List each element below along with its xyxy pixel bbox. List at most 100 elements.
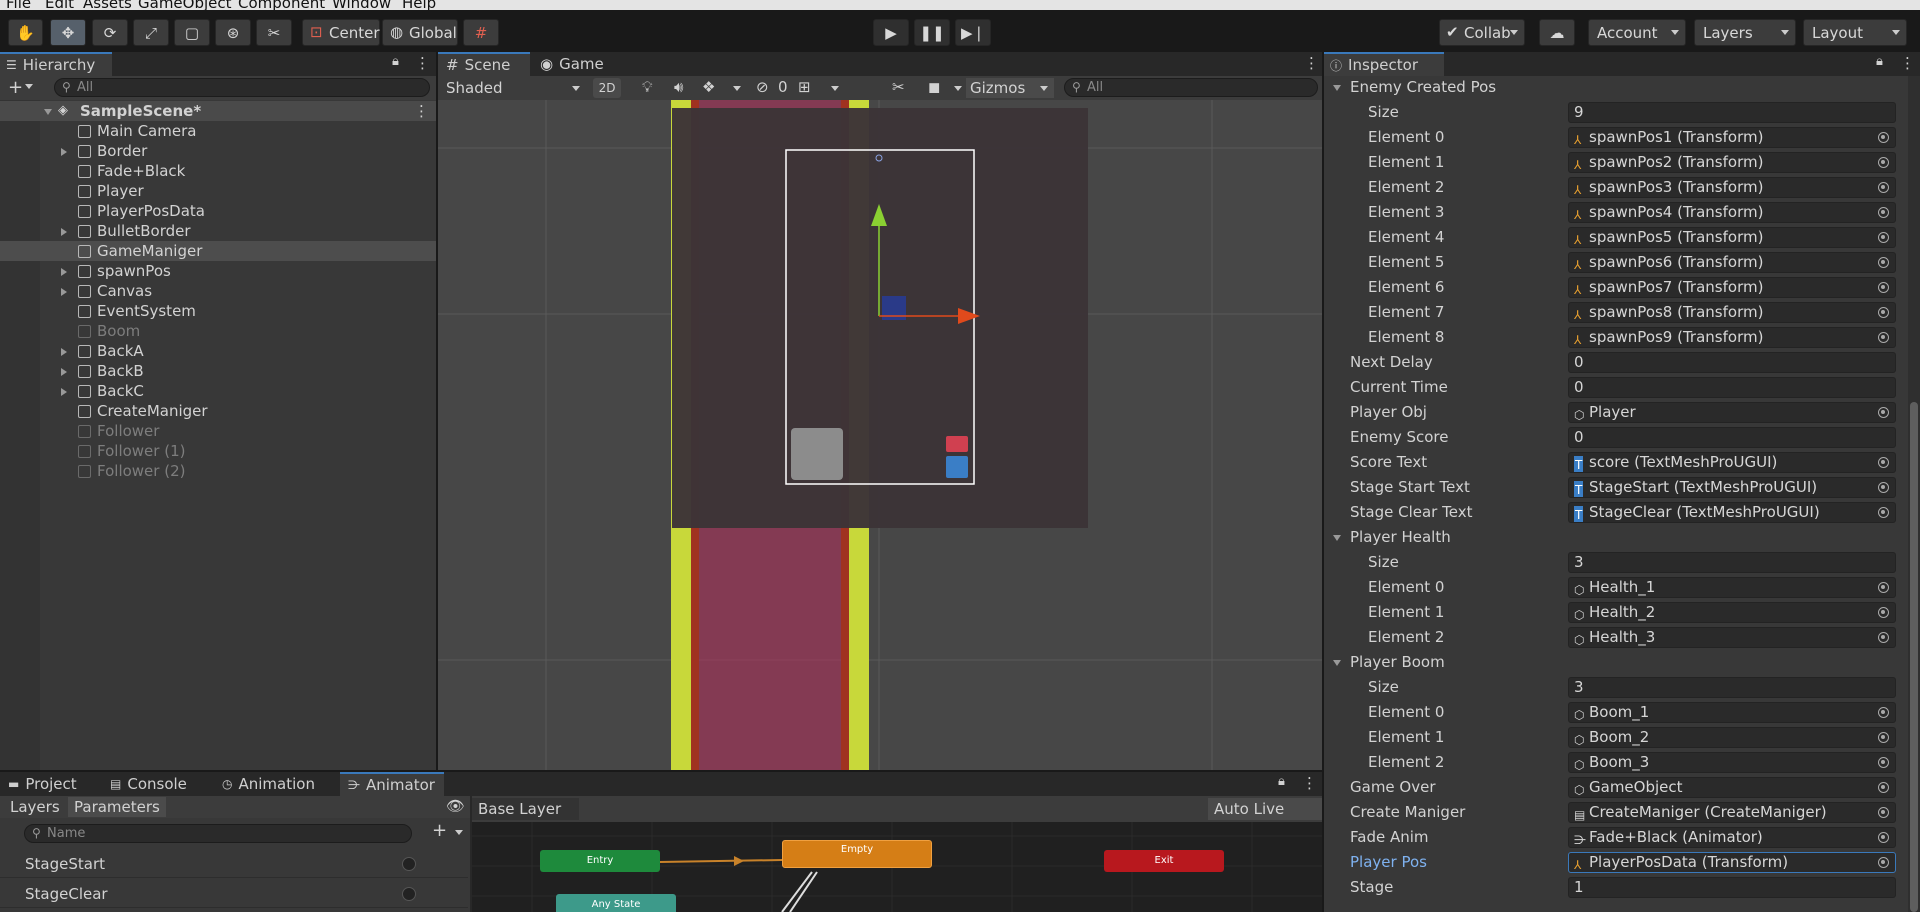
object-picker-icon[interactable] <box>1878 282 1889 293</box>
parameter-row[interactable]: StageClear <box>0 880 468 908</box>
trigger-toggle[interactable] <box>402 857 416 871</box>
lock-icon[interactable]: 🔒︎ <box>392 54 399 69</box>
lighting-icon[interactable]: 💡︎ <box>642 78 653 96</box>
number-input[interactable]: 0 <box>1568 352 1896 373</box>
more-options-icon[interactable]: ⋮ <box>1302 774 1317 792</box>
object-field[interactable]: Tscore (TextMeshProUGUI) <box>1568 452 1896 473</box>
hierarchy-item[interactable]: spawnPos <box>0 261 436 281</box>
transform-tool-button[interactable]: ⊛ <box>215 19 251 46</box>
chevron-down-icon[interactable] <box>455 830 463 835</box>
object-picker-icon[interactable] <box>1878 257 1889 268</box>
fold-open-icon[interactable] <box>44 109 52 115</box>
state-node-any-state[interactable]: Any State <box>556 894 676 912</box>
layout-dropdown[interactable]: Layout <box>1803 19 1907 46</box>
object-picker-icon[interactable] <box>1878 307 1889 318</box>
object-picker-icon[interactable] <box>1878 707 1889 718</box>
state-node-empty[interactable]: Empty <box>782 840 932 868</box>
object-field[interactable]: ⅄ spawnPos4 (Transform) <box>1568 202 1896 223</box>
inspector-scrollbar[interactable] <box>1908 76 1920 912</box>
audio-icon[interactable]: 🔊︎ <box>674 78 683 96</box>
array-header-player-health[interactable]: Player Health <box>1324 525 1908 550</box>
camera-icon[interactable]: ◼ <box>928 78 940 96</box>
fold-closed-icon[interactable] <box>61 288 67 296</box>
tools-icon[interactable]: ✂ <box>892 78 905 96</box>
object-field[interactable]: ⬡ Player <box>1568 402 1896 423</box>
tab-animation[interactable]: ◷ Animation <box>214 772 332 796</box>
object-field[interactable]: ⅄ spawnPos6 (Transform) <box>1568 252 1896 273</box>
chevron-down-icon[interactable] <box>954 86 962 91</box>
object-field[interactable]: ⬡ GameObject <box>1568 777 1896 798</box>
object-field[interactable]: T StageClear (TextMeshProUGUI) <box>1568 502 1896 523</box>
chevron-down-icon[interactable] <box>831 86 839 91</box>
object-picker-icon[interactable] <box>1878 232 1889 243</box>
chevron-down-icon[interactable] <box>25 84 33 89</box>
menu-gameobject[interactable]: GameObject <box>138 0 232 10</box>
menu-assets[interactable]: Assets <box>83 0 132 10</box>
scene-canvas[interactable] <box>438 100 1322 770</box>
scrollbar-thumb[interactable] <box>1910 402 1918 912</box>
hierarchy-item[interactable]: BackA <box>0 341 436 361</box>
eye-icon[interactable]: 👁︎ <box>446 797 465 815</box>
hierarchy-item[interactable]: BulletBorder <box>0 221 436 241</box>
object-field[interactable]: ⋺ Fade+Black (Animator) <box>1568 827 1896 848</box>
fold-closed-icon[interactable] <box>61 268 67 276</box>
rotate-tool-button[interactable]: ⟳ <box>92 19 128 46</box>
object-field[interactable]: ⬡ Boom_3 <box>1568 752 1896 773</box>
shading-mode-dropdown[interactable]: Shaded <box>442 78 586 98</box>
tab-inspector[interactable]: ⓘ Inspector <box>1324 52 1444 76</box>
number-input[interactable]: 1 <box>1568 877 1896 898</box>
object-field[interactable]: ⅄ spawnPos1 (Transform) <box>1568 127 1896 148</box>
more-options-icon[interactable]: ⋮ <box>414 101 429 121</box>
2d-toggle[interactable]: 2D <box>593 78 621 98</box>
breadcrumb-base-layer[interactable]: Base Layer <box>472 798 580 820</box>
space-toggle[interactable]: ◍ Global <box>382 19 458 46</box>
menu-file[interactable]: File <box>6 0 31 10</box>
fold-open-icon[interactable] <box>1333 660 1341 666</box>
lock-icon[interactable]: 🔒︎ <box>1278 774 1285 789</box>
size-input[interactable]: 3 <box>1568 677 1896 698</box>
object-picker-icon[interactable] <box>1878 457 1889 468</box>
gizmos-dropdown[interactable]: Gizmos <box>966 78 1054 98</box>
scene-search-input[interactable]: All <box>1064 78 1318 97</box>
hierarchy-item[interactable]: CreateManiger <box>0 401 436 421</box>
hierarchy-item[interactable]: Main Camera <box>0 121 436 141</box>
object-field[interactable]: ⬡ Boom_1 <box>1568 702 1896 723</box>
number-input[interactable]: 0 <box>1568 427 1896 448</box>
object-picker-icon[interactable] <box>1878 757 1889 768</box>
hierarchy-item-selected[interactable]: GameManiger <box>0 241 436 261</box>
rect-tool-button[interactable]: ▢ <box>174 19 210 46</box>
object-field[interactable]: ⅄ spawnPos3 (Transform) <box>1568 177 1896 198</box>
snap-button[interactable]: # <box>463 19 499 46</box>
object-picker-icon[interactable] <box>1878 482 1889 493</box>
grid-snap-icon[interactable]: ⊞ <box>798 78 811 96</box>
object-field[interactable]: ⅄ spawnPos5 (Transform) <box>1568 227 1896 248</box>
add-parameter-icon[interactable]: + <box>432 820 447 841</box>
tab-project[interactable]: ▬ Project <box>0 772 96 796</box>
tab-hierarchy[interactable]: ☰ Hierarchy <box>0 52 112 76</box>
subtab-parameters[interactable]: Parameters <box>68 797 166 817</box>
hierarchy-item[interactable]: EventSystem <box>0 301 436 321</box>
object-field[interactable]: ⬡ Health_1 <box>1568 577 1896 598</box>
object-picker-icon[interactable] <box>1878 832 1889 843</box>
object-field[interactable]: ⅄ spawnPos9 (Transform) <box>1568 327 1896 348</box>
number-input[interactable]: 0 <box>1568 377 1896 398</box>
hierarchy-item-inactive[interactable]: Boom <box>0 321 436 341</box>
scene-visibility-icon[interactable]: ⊘ <box>756 78 769 96</box>
collab-dropdown[interactable]: ✔ Collab <box>1439 19 1525 46</box>
state-node-exit[interactable]: Exit <box>1104 850 1224 872</box>
object-field[interactable]: ⅄ spawnPos7 (Transform) <box>1568 277 1896 298</box>
parameter-search-input[interactable]: Name <box>24 824 412 843</box>
menu-component[interactable]: Component <box>238 0 325 10</box>
state-node-entry[interactable]: Entry <box>540 850 660 872</box>
object-picker-icon[interactable] <box>1878 407 1889 418</box>
custom-tool-button[interactable]: ✂ <box>256 19 292 46</box>
cloud-button[interactable]: ☁ <box>1539 19 1575 46</box>
hand-tool-button[interactable]: ✋ <box>8 19 43 46</box>
object-field[interactable]: ▤ CreateManiger (CreateManiger) <box>1568 802 1896 823</box>
account-dropdown[interactable]: Account <box>1588 19 1686 46</box>
menu-window[interactable]: Window <box>332 0 391 10</box>
object-field[interactable]: ⅄ spawnPos8 (Transform) <box>1568 302 1896 323</box>
size-input[interactable]: 3 <box>1568 552 1896 573</box>
object-picker-icon[interactable] <box>1878 632 1889 643</box>
object-picker-icon[interactable] <box>1878 807 1889 818</box>
